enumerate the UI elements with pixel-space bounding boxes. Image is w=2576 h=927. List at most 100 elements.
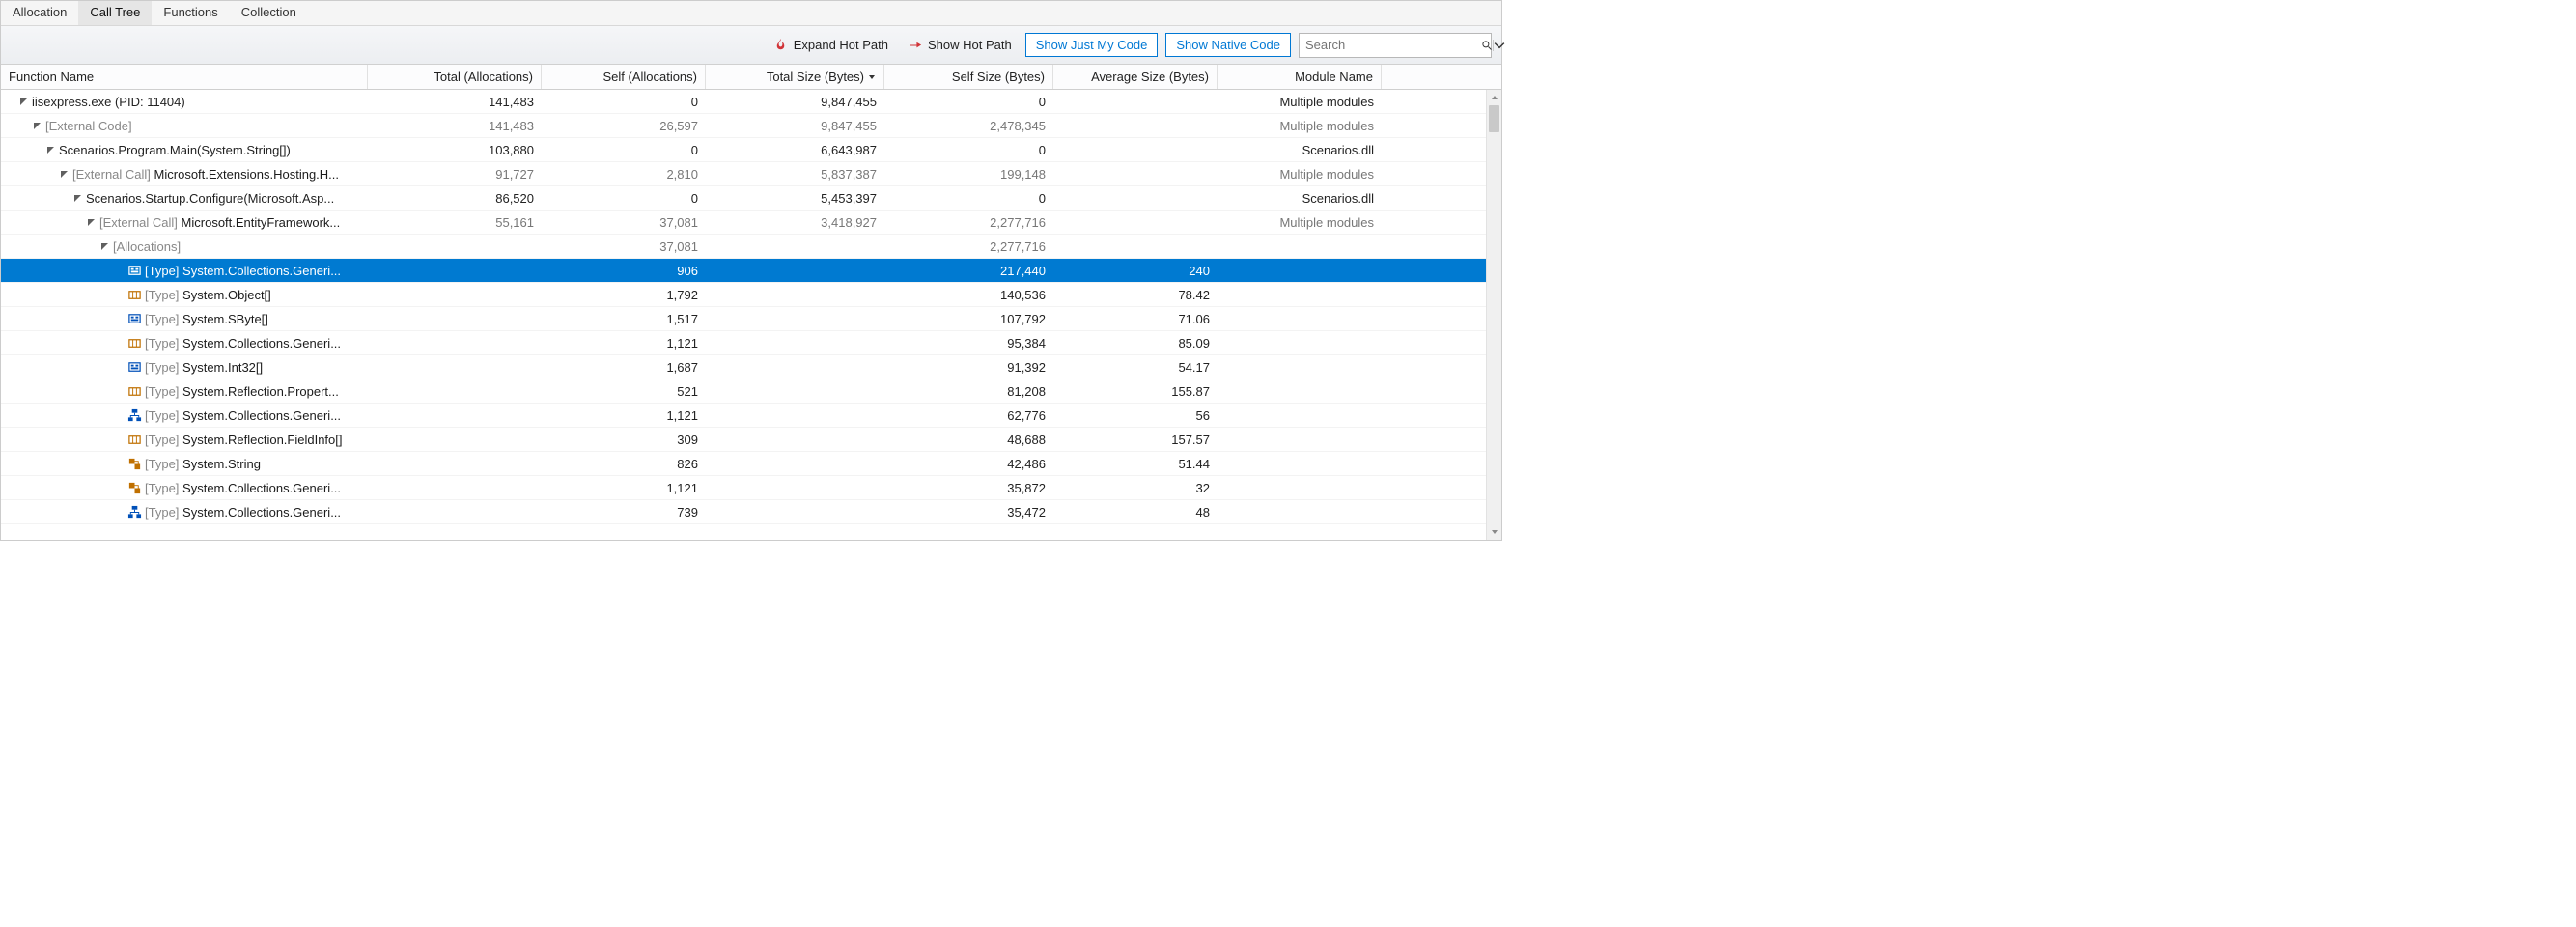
- tab-allocation[interactable]: Allocation: [1, 1, 78, 25]
- cell-module: Scenarios.dll: [1218, 138, 1382, 161]
- cell-total-size: 5,837,387: [706, 162, 884, 185]
- method-orange-icon: [126, 480, 142, 495]
- cell-function-name: [Type] System.Collections.Generi...: [1, 476, 368, 499]
- cell-function-name: [Type] System.Reflection.FieldInfo[]: [1, 428, 368, 451]
- table-row[interactable]: [Type] System.Int32[]1,68791,39254.17: [1, 355, 1486, 379]
- cell-self-alloc: 0: [542, 90, 706, 113]
- cell-total-alloc: 55,161: [368, 211, 542, 234]
- table-row[interactable]: [Type] System.Reflection.FieldInfo[]3094…: [1, 428, 1486, 452]
- expand-hot-path-button[interactable]: Expand Hot Path: [768, 36, 894, 55]
- show-hot-path-button[interactable]: Show Hot Path: [902, 36, 1018, 55]
- column-header-name[interactable]: Function Name: [1, 65, 368, 89]
- table-row[interactable]: [External Call] Microsoft.EntityFramewor…: [1, 211, 1486, 235]
- table-row[interactable]: [Type] System.Collections.Generi... 1,121…: [1, 404, 1486, 428]
- cell-self-alloc: 1,517: [542, 307, 706, 330]
- search-icon[interactable]: [1481, 40, 1493, 51]
- table-row[interactable]: [Type] System.Reflection.Propert...52181…: [1, 379, 1486, 404]
- cell-self-size: 2,478,345: [884, 114, 1053, 137]
- profiler-window: Allocation Call Tree Functions Collectio…: [0, 0, 1502, 541]
- cell-self-alloc: 739: [542, 500, 706, 523]
- search-box: [1299, 33, 1492, 58]
- table-row[interactable]: [Type] System.Collections.Generi...1,121…: [1, 331, 1486, 355]
- cell-avg-size: [1053, 162, 1218, 185]
- cell-total-alloc: [368, 307, 542, 330]
- cell-self-size: 199,148: [884, 162, 1053, 185]
- cell-spacer: [1382, 283, 1401, 306]
- table-row[interactable]: [External Code]141,48326,5979,847,4552,4…: [1, 114, 1486, 138]
- cell-total-alloc: 141,483: [368, 90, 542, 113]
- table-row[interactable]: [Type] System.Collections.Generi...73935…: [1, 500, 1486, 524]
- cell-module: [1218, 428, 1382, 451]
- table-row[interactable]: [Type] System.Collections.Generi...90621…: [1, 259, 1486, 283]
- scrollbar-thumb[interactable]: [1489, 105, 1499, 132]
- expander-icon[interactable]: [71, 194, 83, 203]
- cell-module: [1218, 404, 1382, 427]
- table-row[interactable]: [Type] System.SByte[]1,517107,79271.06: [1, 307, 1486, 331]
- show-native-code-button[interactable]: Show Native Code: [1165, 33, 1291, 57]
- column-header-module[interactable]: Module Name: [1218, 65, 1382, 89]
- expander-icon[interactable]: [58, 170, 70, 179]
- cell-function-name: iisexpress.exe (PID: 11404): [1, 90, 368, 113]
- expander-icon[interactable]: [85, 218, 97, 227]
- cell-module: Scenarios.dll: [1218, 186, 1382, 210]
- cell-total-size: 6,643,987: [706, 138, 884, 161]
- scroll-up-icon[interactable]: [1487, 90, 1501, 105]
- hier-blue-icon: [126, 504, 142, 520]
- function-name-label: [Type] System.Collections.Generi...: [145, 408, 341, 423]
- column-header-total-alloc[interactable]: Total (Allocations): [368, 65, 542, 89]
- cell-spacer: [1382, 379, 1401, 403]
- column-header-avg-size[interactable]: Average Size (Bytes): [1053, 65, 1218, 89]
- vertical-scrollbar[interactable]: [1486, 90, 1501, 540]
- cell-function-name: [Type] System.Reflection.Propert...: [1, 379, 368, 403]
- column-header-self-alloc[interactable]: Self (Allocations): [542, 65, 706, 89]
- cell-self-alloc: 521: [542, 379, 706, 403]
- array-orange-icon: [126, 287, 142, 302]
- cell-spacer: [1382, 186, 1401, 210]
- scroll-down-icon[interactable]: [1487, 524, 1501, 540]
- table-row[interactable]: [Type] System.Object[]1,792140,53678.42: [1, 283, 1486, 307]
- expander-icon[interactable]: [98, 242, 110, 251]
- cell-module: [1218, 331, 1382, 354]
- cell-self-size: 140,536: [884, 283, 1053, 306]
- cell-module: [1218, 355, 1382, 379]
- tab-call-tree[interactable]: Call Tree: [78, 1, 152, 25]
- cell-spacer: [1382, 404, 1401, 427]
- table-row[interactable]: [External Call] Microsoft.Extensions.Hos…: [1, 162, 1486, 186]
- expander-icon[interactable]: [17, 98, 29, 106]
- arrow-flame-icon: [908, 38, 923, 53]
- table-row[interactable]: [Type] System.String82642,48651.44: [1, 452, 1486, 476]
- cell-self-alloc: 1,792: [542, 283, 706, 306]
- tab-functions[interactable]: Functions: [152, 1, 229, 25]
- function-name-label: [Type] System.Object[]: [145, 288, 271, 302]
- tab-collection[interactable]: Collection: [230, 1, 308, 25]
- struct-blue-icon: [126, 359, 142, 375]
- cell-function-name: [Allocations]: [1, 235, 368, 258]
- table-row[interactable]: Scenarios.Startup.Configure(Microsoft.As…: [1, 186, 1486, 211]
- cell-avg-size: 155.87: [1053, 379, 1218, 403]
- scrollbar-track[interactable]: [1487, 105, 1501, 524]
- cell-function-name: [Type] System.Collections.Generi...: [1, 259, 368, 282]
- cell-self-alloc: 1,121: [542, 404, 706, 427]
- column-header-total-size[interactable]: Total Size (Bytes): [706, 65, 884, 89]
- table-row[interactable]: iisexpress.exe (PID: 11404)141,48309,847…: [1, 90, 1486, 114]
- cell-self-size: 107,792: [884, 307, 1053, 330]
- cell-self-size: 0: [884, 186, 1053, 210]
- column-header-self-size[interactable]: Self Size (Bytes): [884, 65, 1053, 89]
- expander-icon[interactable]: [44, 146, 56, 154]
- cell-module: [1218, 452, 1382, 475]
- cell-spacer: [1382, 355, 1401, 379]
- cell-total-size: [706, 379, 884, 403]
- search-input[interactable]: [1300, 36, 1481, 54]
- show-just-my-code-button[interactable]: Show Just My Code: [1025, 33, 1159, 57]
- cell-self-alloc: 37,081: [542, 235, 706, 258]
- table-row[interactable]: [Type] System.Collections.Generi...1,121…: [1, 476, 1486, 500]
- table-row[interactable]: Scenarios.Program.Main(System.String[])1…: [1, 138, 1486, 162]
- cell-total-size: [706, 307, 884, 330]
- table-row[interactable]: [Allocations]37,0812,277,716: [1, 235, 1486, 259]
- search-dropdown-icon[interactable]: [1493, 40, 1505, 51]
- expander-icon[interactable]: [31, 122, 42, 130]
- column-header-total-size-label: Total Size (Bytes): [767, 70, 864, 84]
- cell-self-alloc: 906: [542, 259, 706, 282]
- cell-self-size: 91,392: [884, 355, 1053, 379]
- array-orange-icon: [126, 335, 142, 351]
